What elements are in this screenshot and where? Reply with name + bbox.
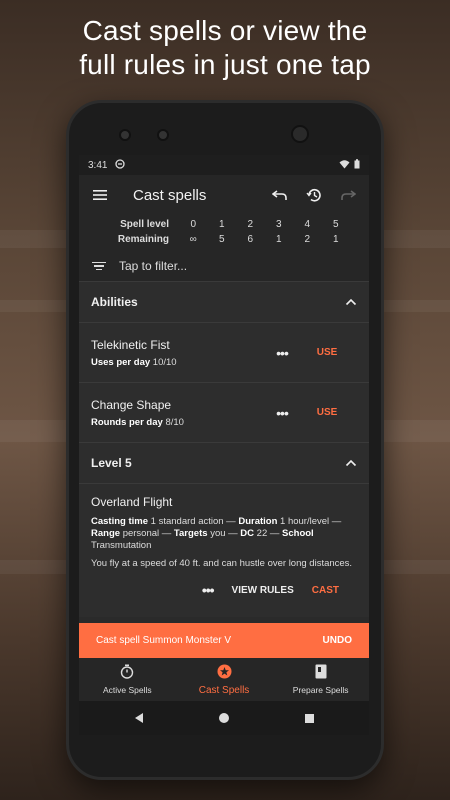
snackbar-message: Cast spell Summon Monster V	[96, 635, 232, 646]
abilities-title: Abilities	[91, 295, 138, 309]
system-navigation-bar	[79, 701, 369, 735]
spell-name: Overland Flight	[91, 495, 173, 509]
duration-label: Duration	[238, 516, 278, 527]
book-icon	[315, 664, 327, 682]
ability-stat-label: Rounds per day	[91, 416, 163, 428]
spell-level-cell: 3	[275, 219, 282, 230]
promo-headline: Cast spells or view the full rules in ju…	[0, 14, 450, 82]
spell-level-row: Spell level 0 1 2 3 4 5	[79, 217, 369, 232]
spell-level-cell: 0	[190, 219, 197, 230]
snackbar-undo-button[interactable]: UNDO	[323, 635, 352, 646]
spell-actions: ••• VIEW RULES CAST	[91, 582, 357, 598]
ability-stat-value: 8/10	[165, 416, 184, 428]
filter-icon	[91, 260, 107, 273]
spell-slots-table: Spell level 0 1 2 3 4 5 Remaining ∞ 5 6 …	[79, 215, 369, 251]
ability-stat-label: Uses per day	[91, 356, 151, 368]
school-label: School	[282, 528, 314, 539]
history-icon[interactable]	[303, 184, 325, 206]
more-options-icon[interactable]: •••	[202, 582, 215, 598]
spell-level-label: Spell level	[120, 219, 169, 230]
home-icon[interactable]	[218, 713, 229, 723]
remaining-row: Remaining ∞ 5 6 1 2 1	[79, 232, 369, 247]
duration-value: 1 hour/level —	[280, 516, 342, 527]
front-sensor	[157, 129, 169, 141]
sync-icon	[115, 158, 126, 172]
snackbar: Cast spell Summon Monster V UNDO	[79, 623, 369, 658]
nav-prepare-spells[interactable]: Prepare Spells	[272, 658, 369, 701]
remaining-label: Remaining	[117, 234, 169, 245]
promo-headline-line-2: full rules in just one tap	[79, 49, 371, 80]
view-rules-button[interactable]: VIEW RULES	[232, 585, 294, 596]
level-5-section-header[interactable]: Level 5	[79, 442, 369, 483]
star-badge-icon	[217, 664, 232, 682]
undo-icon[interactable]	[269, 184, 291, 206]
redo-icon[interactable]	[337, 184, 359, 206]
ability-item[interactable]: Change Shape Rounds per day 8/10 ••• USE	[79, 382, 369, 442]
ability-stat-value: 10/10	[152, 356, 177, 368]
dc-label: DC	[240, 528, 255, 539]
remaining-cell: 1	[332, 234, 339, 245]
back-icon[interactable]	[134, 713, 143, 723]
ability-item[interactable]: Telekinetic Fist Uses per day 10/10 ••• …	[79, 322, 369, 382]
spell-level-cell: 1	[218, 219, 225, 230]
remaining-cell: 6	[247, 234, 254, 245]
remaining-cell: 2	[304, 234, 311, 245]
nav-label: Prepare Spells	[292, 685, 349, 695]
spell-description: You fly at a speed of 40 ft. and can hus…	[91, 558, 353, 569]
spell-card: Overland Flight Casting time 1 standard …	[79, 483, 369, 617]
filter-bar[interactable]: Tap to filter...	[79, 251, 369, 281]
nav-cast-spells[interactable]: Cast Spells	[176, 658, 273, 701]
bottom-navigation: Active Spells Cast Spells Prepare Spells	[79, 658, 369, 701]
chevron-up-icon	[345, 295, 357, 309]
dc-value: 22 —	[256, 528, 280, 539]
more-options-icon[interactable]: •••	[267, 345, 297, 361]
earpiece	[291, 125, 309, 143]
page-title: Cast spells	[133, 186, 207, 204]
spell-meta: Casting time 1 standard action — Duratio…	[91, 516, 357, 552]
school-value: Transmutation	[91, 540, 152, 551]
app-screen: 3:41 Cast spells Spell level 0 1 2 3 4 5…	[79, 155, 369, 735]
targets-label: Targets	[173, 528, 208, 539]
recents-icon[interactable]	[304, 713, 314, 723]
use-button[interactable]: USE	[297, 407, 357, 418]
status-bar: 3:41	[79, 155, 369, 175]
ability-name: Telekinetic Fist	[91, 337, 170, 352]
menu-icon[interactable]	[89, 184, 111, 206]
level-5-title: Level 5	[91, 456, 132, 470]
range-value: personal —	[122, 528, 172, 539]
filter-placeholder: Tap to filter...	[119, 259, 188, 273]
remaining-cell: 1	[275, 234, 282, 245]
spell-level-cell: 4	[304, 219, 311, 230]
nav-active-spells[interactable]: Active Spells	[79, 658, 176, 701]
use-button[interactable]: USE	[297, 347, 357, 358]
remaining-cell: 5	[218, 234, 225, 245]
cast-button[interactable]: CAST	[312, 585, 339, 596]
front-camera	[119, 129, 131, 141]
targets-value: you —	[210, 528, 238, 539]
more-options-icon[interactable]: •••	[267, 405, 297, 421]
wifi-icon	[339, 159, 350, 172]
status-time: 3:41	[88, 159, 108, 171]
spell-level-cell: 5	[332, 219, 339, 230]
timer-icon	[120, 664, 134, 682]
app-bar: Cast spells	[79, 175, 369, 215]
ability-name: Change Shape	[91, 397, 172, 412]
battery-icon	[354, 158, 360, 172]
range-label: Range	[91, 528, 121, 539]
casting-time-label: Casting time	[91, 516, 149, 527]
nav-label: Cast Spells	[198, 684, 250, 696]
promo-headline-line-1: Cast spells or view the	[82, 15, 368, 46]
remaining-cell: ∞	[189, 234, 197, 245]
chevron-up-icon	[345, 456, 357, 470]
nav-label: Active Spells	[103, 685, 152, 695]
abilities-section-header[interactable]: Abilities	[79, 281, 369, 322]
spell-level-cell: 2	[247, 219, 254, 230]
casting-time-value: 1 standard action —	[150, 516, 236, 527]
